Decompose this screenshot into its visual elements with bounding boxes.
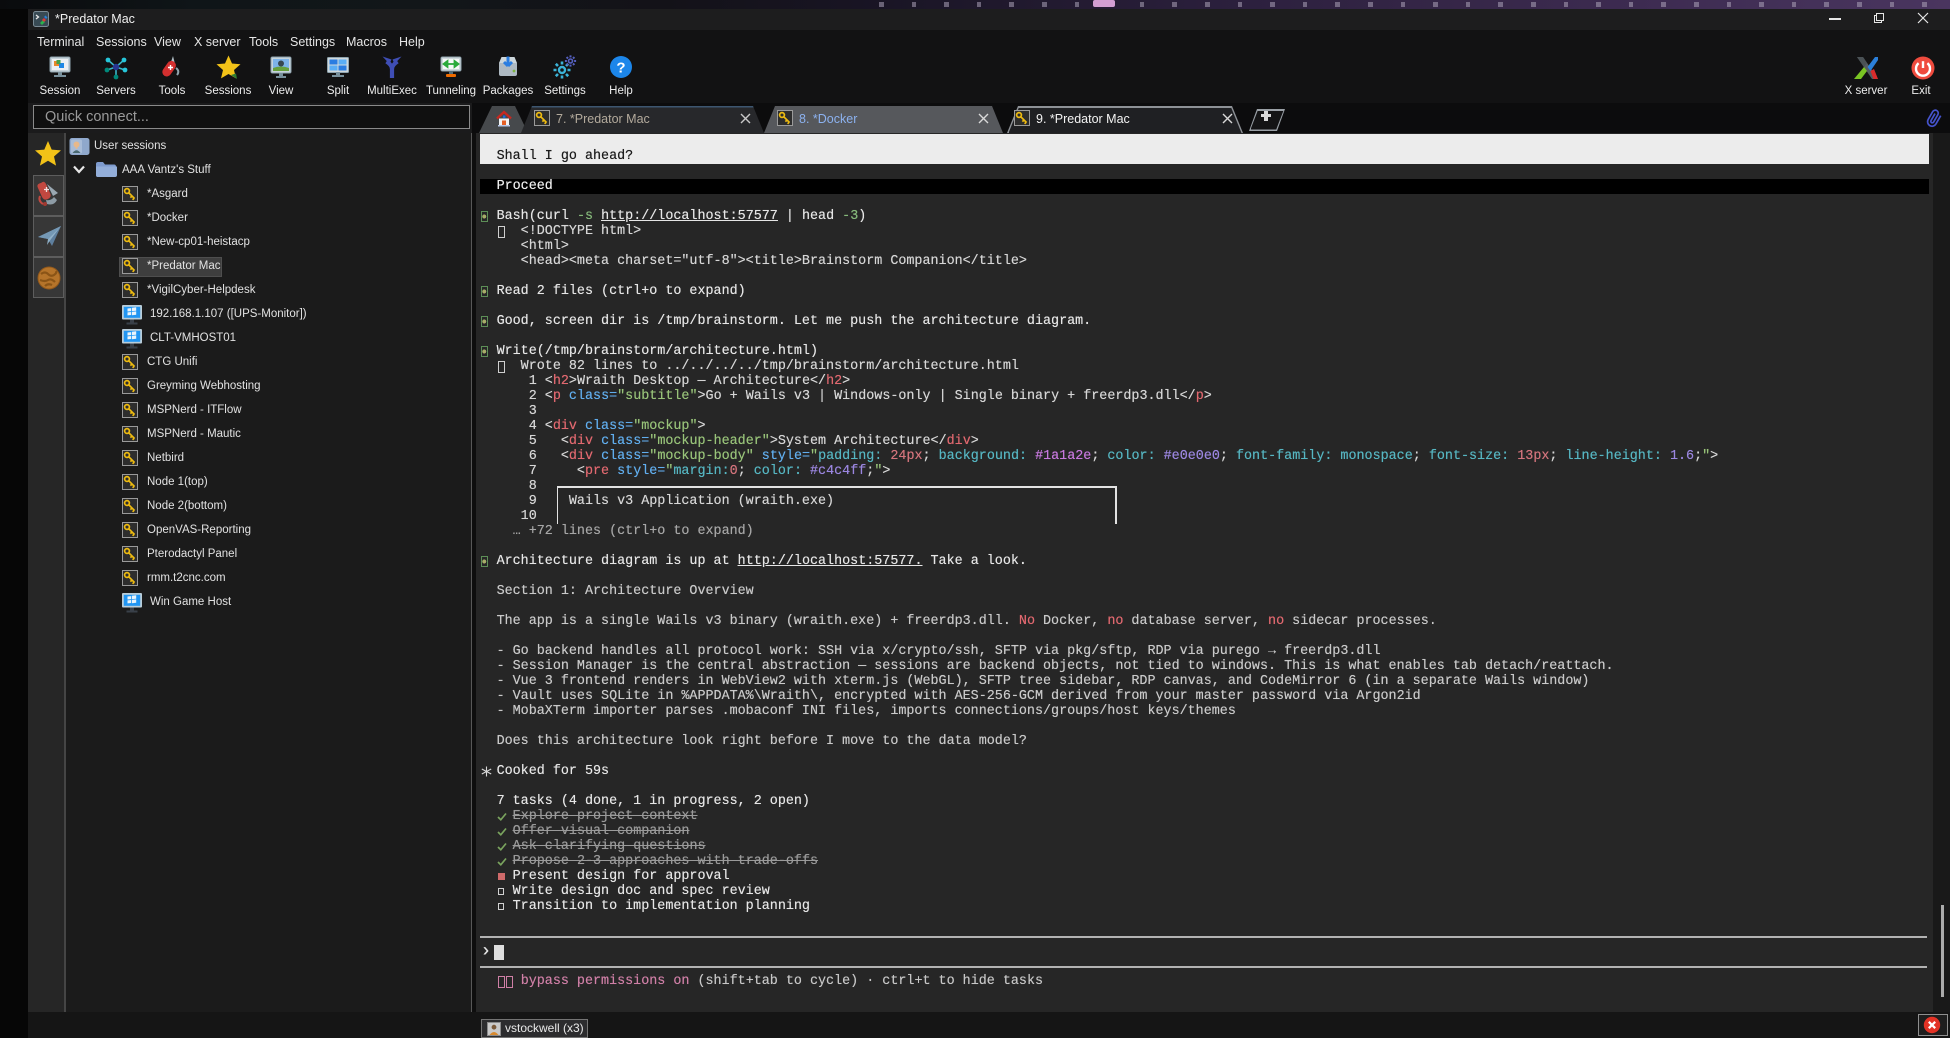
svg-text:?: ? bbox=[616, 60, 625, 77]
